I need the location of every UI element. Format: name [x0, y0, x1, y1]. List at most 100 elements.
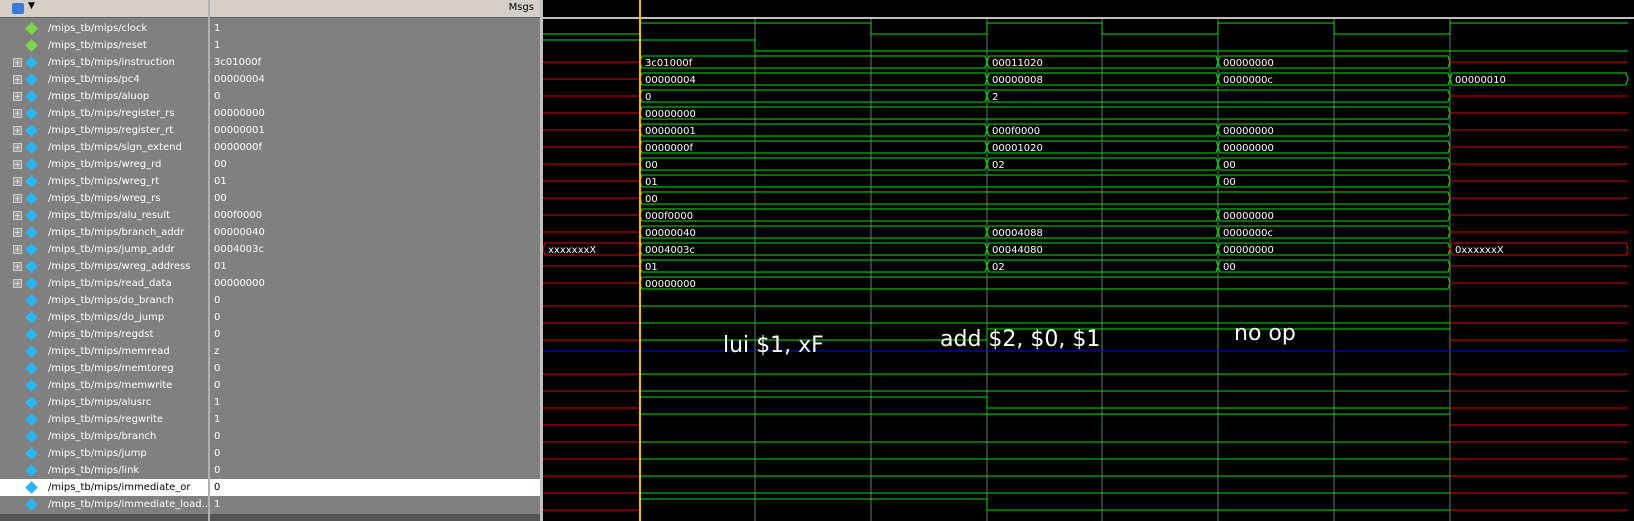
value-row[interactable]: 0	[210, 445, 540, 462]
wave-window-icon[interactable]	[12, 3, 24, 14]
value-row[interactable]: 1	[210, 37, 540, 54]
bus-value-label: 00	[645, 194, 658, 205]
value-row[interactable]: 1	[210, 496, 540, 513]
value-row[interactable]: 3c01000f	[210, 54, 540, 71]
expand-icon[interactable]: +	[13, 279, 22, 288]
signal-row[interactable]: + /mips_tb/mips/instruction	[0, 54, 208, 71]
expand-icon[interactable]: +	[13, 194, 22, 203]
signal-row[interactable]: /mips_tb/mips/memwrite	[0, 377, 208, 394]
value-row[interactable]: 0	[210, 462, 540, 479]
expand-icon[interactable]: +	[13, 58, 22, 67]
value-row[interactable]: 0000000f	[210, 139, 540, 156]
expand-icon[interactable]: +	[13, 109, 22, 118]
clock-wave	[543, 22, 1628, 35]
signal-row[interactable]: /mips_tb/mips/link	[0, 462, 208, 479]
expand-icon[interactable]: +	[13, 126, 22, 135]
value-row[interactable]: 00000000	[210, 105, 540, 122]
signal-row[interactable]: /mips_tb/mips/regwrite	[0, 411, 208, 428]
signal-name: /mips_tb/mips/branch	[48, 431, 157, 442]
value-pane[interactable]: Msgs 1 1 3c01000f 00000004 0 00000000 00000001…	[210, 0, 543, 521]
signal-pane-scrollbar[interactable]	[0, 514, 208, 521]
signal-row[interactable]: /mips_tb/mips/reset	[0, 37, 208, 54]
expand-icon[interactable]: +	[13, 75, 22, 84]
value-row[interactable]: 00000001	[210, 122, 540, 139]
value-row[interactable]: 0	[210, 377, 540, 394]
signal-row[interactable]: + /mips_tb/mips/alu_result	[0, 207, 208, 224]
value-pane-scrollbar[interactable]	[210, 514, 540, 521]
signal-name: /mips_tb/mips/do_branch	[48, 295, 174, 306]
signal-row[interactable]: + /mips_tb/mips/read_data	[0, 275, 208, 292]
signal-row[interactable]: /mips_tb/mips/memtoreg	[0, 360, 208, 377]
waveform-pane[interactable]: 3c01000f 00011020 00000000 00000004 00000008…	[543, 0, 1634, 521]
signal-row[interactable]: + /mips_tb/mips/register_rt	[0, 122, 208, 139]
value-row[interactable]: 00	[210, 190, 540, 207]
value-row[interactable]: 0	[210, 326, 540, 343]
signal-row[interactable]: /mips_tb/mips/memread	[0, 343, 208, 360]
bus-value-label: 00011020	[992, 58, 1043, 69]
value-row[interactable]: 00000000	[210, 275, 540, 292]
signal-diamond-icon	[25, 175, 38, 188]
value-row[interactable]: 0004003c	[210, 241, 540, 258]
signal-name: /mips_tb/mips/do_jump	[48, 312, 165, 323]
signal-diamond-icon	[25, 73, 38, 86]
signal-name: /mips_tb/mips/register_rt	[48, 125, 174, 136]
value-row[interactable]: 000f0000	[210, 207, 540, 224]
bus-value-label: 00004088	[992, 228, 1043, 239]
signal-row[interactable]: /mips_tb/mips/immediate_load...	[0, 496, 208, 513]
expand-icon[interactable]: +	[13, 160, 22, 169]
value-row[interactable]: 00000004	[210, 71, 540, 88]
expand-icon[interactable]: +	[13, 92, 22, 101]
signal-row[interactable]: + /mips_tb/mips/wreg_rd	[0, 156, 208, 173]
expand-icon[interactable]: +	[13, 177, 22, 186]
value-row[interactable]: 01	[210, 173, 540, 190]
signal-row[interactable]: + /mips_tb/mips/aluop	[0, 88, 208, 105]
signal-row[interactable]: /mips_tb/mips/branch	[0, 428, 208, 445]
expand-icon[interactable]: +	[13, 143, 22, 152]
bus-value-label: 00001020	[992, 143, 1043, 154]
signal-row[interactable]: /mips_tb/mips/do_branch	[0, 292, 208, 309]
bus-segment	[639, 191, 1451, 205]
value-row[interactable]: 0	[210, 292, 540, 309]
value-row[interactable]: 1	[210, 411, 540, 428]
value-row[interactable]: 00000040	[210, 224, 540, 241]
signal-name: /mips_tb/mips/memwrite	[48, 380, 173, 391]
chevron-down-icon[interactable]: ▼	[28, 1, 35, 11]
signal-row[interactable]: + /mips_tb/mips/wreg_rs	[0, 190, 208, 207]
value-row[interactable]: 0	[210, 88, 540, 105]
signal-row[interactable]: /mips_tb/mips/alusrc	[0, 394, 208, 411]
value-row[interactable]: 0	[210, 309, 540, 326]
expand-icon[interactable]: +	[13, 262, 22, 271]
signal-row[interactable]: + /mips_tb/mips/branch_addr	[0, 224, 208, 241]
bus-value-label: 00000040	[645, 228, 696, 239]
value-row[interactable]: 0	[210, 428, 540, 445]
signal-name-pane[interactable]: ▼ /mips_tb/mips/clock/mips_tb/mips/reset…	[0, 0, 210, 521]
signal-row[interactable]: /mips_tb/mips/clock	[0, 20, 208, 37]
signal-diamond-icon	[25, 379, 38, 392]
signal-row[interactable]: + /mips_tb/mips/wreg_address	[0, 258, 208, 275]
expand-icon[interactable]: +	[13, 228, 22, 237]
bus-value-label: 0000000c	[1223, 75, 1273, 86]
bus-value-label: 000f0000	[992, 126, 1040, 137]
signal-row[interactable]: + /mips_tb/mips/wreg_rt	[0, 173, 208, 190]
expand-icon[interactable]: +	[13, 245, 22, 254]
value-row[interactable]: 1	[210, 394, 540, 411]
bus-value-label: 00000000	[645, 279, 696, 290]
signal-row[interactable]: + /mips_tb/mips/jump_addr	[0, 241, 208, 258]
signal-row[interactable]: + /mips_tb/mips/pc4	[0, 71, 208, 88]
expand-icon[interactable]: +	[13, 211, 22, 220]
signal-row[interactable]: + /mips_tb/mips/register_rs	[0, 105, 208, 122]
value-row[interactable]: z	[210, 343, 540, 360]
signal-pane-header[interactable]: ▼	[0, 0, 208, 18]
signal-row[interactable]: /mips_tb/mips/immediate_or	[0, 479, 208, 496]
signal-row[interactable]: /mips_tb/mips/regdst	[0, 326, 208, 343]
signal-row[interactable]: + /mips_tb/mips/sign_extend	[0, 139, 208, 156]
signal-row[interactable]: /mips_tb/mips/do_jump	[0, 309, 208, 326]
value-row[interactable]: 00	[210, 156, 540, 173]
value-row[interactable]: 0	[210, 360, 540, 377]
signal-row[interactable]: /mips_tb/mips/jump	[0, 445, 208, 462]
signal-value: 0	[214, 91, 221, 102]
value-row[interactable]: 0	[210, 479, 540, 496]
value-row[interactable]: 01	[210, 258, 540, 275]
waveform-canvas[interactable]: 3c01000f 00011020 0000000000000004 00000008…	[543, 0, 1634, 521]
value-row[interactable]: 1	[210, 20, 540, 37]
